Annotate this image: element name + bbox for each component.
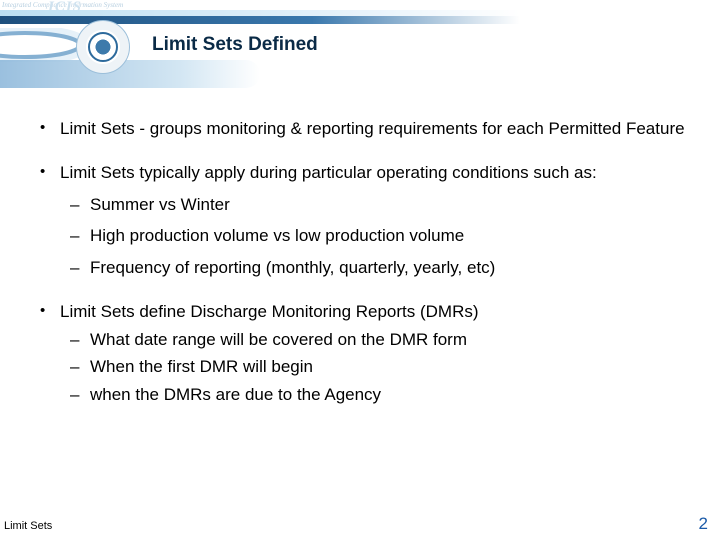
bullet-item: Limit Sets define Discharge Monitoring R…: [36, 301, 698, 406]
bullet-list-level2: Summer vs Winter High production volume …: [60, 194, 698, 279]
slide: Integrated Compliance Information System…: [0, 0, 720, 540]
bullet-list-level2: What date range will be covered on the D…: [60, 329, 698, 406]
slide-content: Limit Sets - groups monitoring & reporti…: [36, 118, 698, 490]
sub-bullet-text: Frequency of reporting (monthly, quarter…: [90, 258, 495, 277]
decorative-band-mid: [0, 60, 260, 88]
sub-bullet-item: when the DMRs are due to the Agency: [60, 384, 698, 406]
bullet-text: Limit Sets define Discharge Monitoring R…: [60, 302, 479, 321]
sub-bullet-item: When the first DMR will begin: [60, 356, 698, 378]
bullet-text: Limit Sets - groups monitoring & reporti…: [60, 119, 685, 138]
sub-bullet-text: What date range will be covered on the D…: [90, 330, 467, 349]
header-band: Integrated Compliance Information System…: [0, 0, 720, 90]
bullet-item: Limit Sets - groups monitoring & reporti…: [36, 118, 698, 140]
decorative-band-dark: [0, 16, 520, 24]
bullet-text: Limit Sets typically apply during partic…: [60, 163, 597, 182]
sub-bullet-item: What date range will be covered on the D…: [60, 329, 698, 351]
epa-seal-inner: [88, 32, 118, 62]
slide-title: Limit Sets Defined: [152, 34, 318, 56]
sub-bullet-item: Frequency of reporting (monthly, quarter…: [60, 257, 698, 279]
sub-bullet-item: High production volume vs low production…: [60, 225, 698, 247]
sub-bullet-text: When the first DMR will begin: [90, 357, 313, 376]
epa-seal-icon: [76, 20, 130, 74]
sub-bullet-text: when the DMRs are due to the Agency: [90, 385, 381, 404]
sub-bullet-item: Summer vs Winter: [60, 194, 698, 216]
bullet-list-level1: Limit Sets - groups monitoring & reporti…: [36, 118, 698, 406]
sub-bullet-text: High production volume vs low production…: [90, 226, 464, 245]
footer-label: Limit Sets: [4, 520, 52, 532]
page-number: 2: [699, 514, 708, 534]
sub-bullet-text: Summer vs Winter: [90, 195, 230, 214]
bullet-item: Limit Sets typically apply during partic…: [36, 162, 698, 279]
